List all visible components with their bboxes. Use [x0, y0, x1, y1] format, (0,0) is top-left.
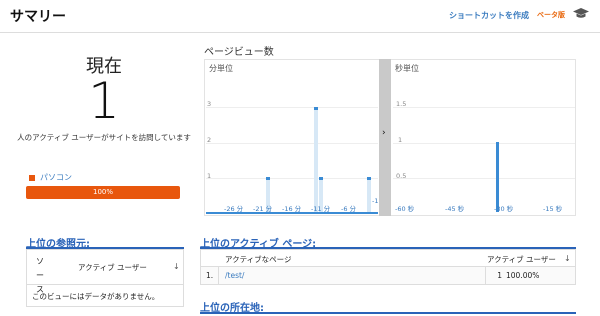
- minute-y-tick: 1: [207, 172, 212, 180]
- minute-bar[interactable]: [313, 107, 318, 212]
- minute-y-tick: 3: [207, 100, 212, 108]
- active-page-users: 1: [497, 271, 502, 280]
- arrow-down-icon[interactable]: ↓: [564, 254, 571, 263]
- referrals-header-rule: [26, 284, 184, 285]
- minute-x-tick: -11 分: [311, 205, 331, 213]
- minute-x-tick: -1: [372, 197, 379, 205]
- per-minute-label: 分単位: [209, 64, 233, 73]
- minute-y-tick: 2: [207, 136, 212, 144]
- column-divider: [218, 267, 219, 284]
- minute-bar-cap: [313, 107, 318, 110]
- page-title: サマリー: [10, 9, 66, 25]
- beta-badge: ベータ版: [537, 11, 565, 19]
- locations-rule: [200, 312, 576, 314]
- second-bar[interactable]: [496, 142, 499, 212]
- device-share-bar: 100%: [26, 186, 180, 199]
- create-shortcut-link[interactable]: ショートカットを作成: [449, 10, 529, 21]
- second-y-tick: 0.5: [396, 172, 407, 180]
- second-y-tick: 1: [398, 136, 403, 144]
- minute-x-tick: -6 分: [341, 205, 357, 213]
- active-pages-col-users[interactable]: アクティブ ユーザー: [487, 254, 556, 265]
- active-users-count: 1: [88, 72, 120, 130]
- per-second-label: 秒単位: [395, 64, 419, 73]
- minute-gridline: [206, 107, 378, 108]
- device-legend-label: パソコン: [40, 173, 72, 182]
- active-page-link[interactable]: /test/: [225, 271, 244, 280]
- minute-bar-cap: [367, 177, 372, 180]
- pageviews-title: ページビュー数: [204, 47, 274, 58]
- device-color-swatch: [29, 175, 35, 181]
- minute-bar-cap: [265, 177, 270, 180]
- second-x-tick: -15 秒: [543, 205, 563, 213]
- second-x-tick: -45 秒: [445, 205, 465, 213]
- chevron-right-icon[interactable]: ›: [382, 128, 386, 138]
- second-gridline: [393, 143, 575, 144]
- second-gridline: [393, 178, 575, 179]
- row-index: 1.: [206, 271, 214, 280]
- minute-x-tick: -21 分: [253, 205, 273, 213]
- active-users-description: 人のアクティブ ユーザーがサイトを訪問しています: [17, 133, 191, 142]
- active-pages-col-page[interactable]: アクティブなページ: [225, 254, 292, 265]
- column-divider: [485, 267, 486, 284]
- referrals-col-active-users[interactable]: アクティブ ユーザー: [78, 262, 147, 273]
- minute-gridline: [206, 178, 378, 179]
- arrow-down-icon[interactable]: ↓: [173, 262, 180, 271]
- referrals-empty-message: このビューにはデータがありません。: [32, 292, 160, 301]
- minute-bar[interactable]: [367, 177, 372, 212]
- minute-bar-cap: [319, 177, 323, 180]
- title-divider: [0, 32, 600, 33]
- second-x-tick: -60 秒: [395, 205, 415, 213]
- minute-x-tick: -16 分: [282, 205, 302, 213]
- realtime-overview: サマリー ショートカットを作成 ベータ版 現在 1 人のアクティブ ユーザーがサ…: [0, 0, 600, 316]
- second-x-tick: -30 秒: [494, 205, 514, 213]
- graduation-cap-icon[interactable]: [573, 7, 589, 19]
- second-y-tick: 1.5: [396, 100, 407, 108]
- second-gridline: [393, 107, 575, 108]
- minute-gridline: [206, 143, 378, 144]
- minute-x-tick: -26 分: [224, 205, 244, 213]
- active-page-percent: 100.00%: [506, 271, 540, 280]
